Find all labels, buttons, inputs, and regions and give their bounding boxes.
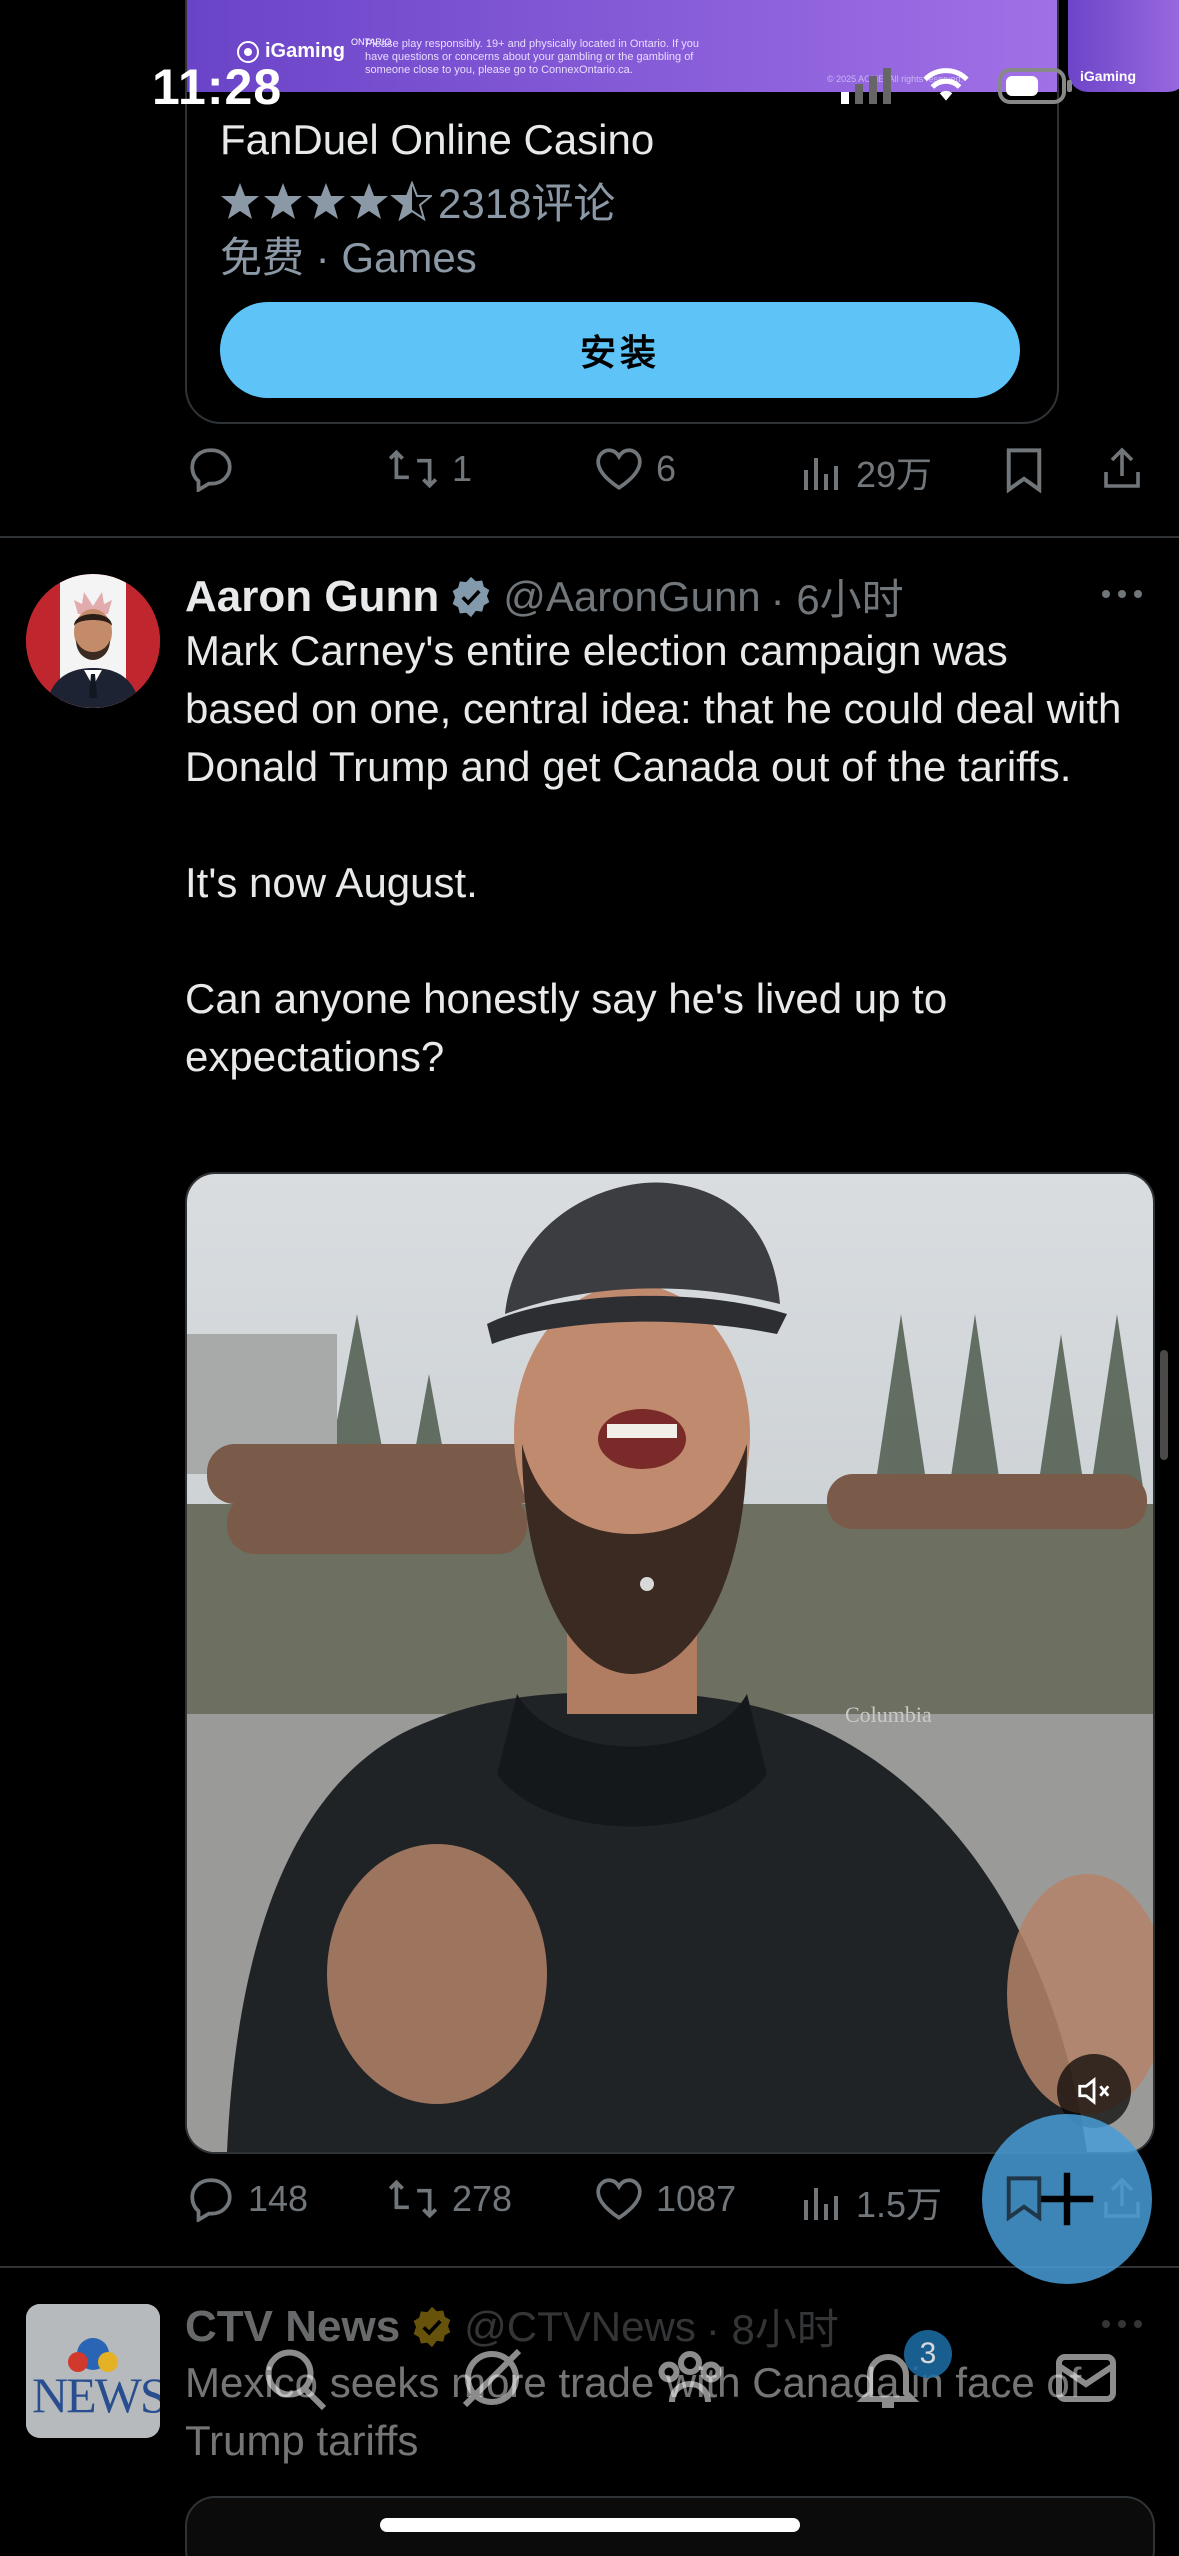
like-count: 1087 — [656, 2178, 737, 2219]
home-indicator[interactable] — [380, 2518, 800, 2532]
tweet-author-name[interactable]: Aaron Gunn — [185, 572, 439, 622]
ad-subtitle: 免费 · Games — [220, 234, 477, 281]
more-dots-icon — [1102, 590, 1142, 598]
share-icon — [1104, 447, 1140, 488]
star-rating-icon — [220, 180, 432, 221]
communities-icon — [658, 2351, 722, 2403]
heart-icon — [596, 2178, 642, 2220]
tweet-author-avatar[interactable] — [26, 574, 160, 708]
tweet-author-handle[interactable]: @AaronGunn — [503, 573, 760, 621]
notifications-badge: 3 — [904, 2330, 952, 2378]
ad-rating-count: 2318评论 — [438, 180, 616, 227]
bookmark-icon — [1006, 2176, 1042, 2222]
ad-like-count: 6 — [656, 448, 677, 489]
tweet-header: Aaron Gunn @AaronGunn · 6小时 — [185, 566, 904, 627]
nav-search[interactable] — [258, 2342, 330, 2414]
avatar-portrait-icon — [26, 574, 160, 708]
video-frame — [187, 1174, 1153, 2152]
views-icon — [804, 2188, 838, 2220]
bookmark-button[interactable] — [1004, 2174, 1044, 2227]
ad-carousel-next-card[interactable]: iGaming — [1068, 0, 1179, 92]
reply-button[interactable]: 148 — [186, 2176, 308, 2222]
ad-views-count: 29万 — [856, 454, 933, 495]
ad-share-button[interactable] — [1100, 444, 1144, 492]
status-icons — [839, 66, 1075, 106]
views-button[interactable]: 1.5万 — [800, 2176, 942, 2228]
tweet-text: Mark Carney's entire election campaign w… — [185, 627, 1122, 1080]
search-icon — [265, 2349, 327, 2411]
ad-app-title: FanDuel Online Casino — [220, 116, 655, 163]
nav-grok[interactable] — [456, 2342, 528, 2414]
retweet-button[interactable]: 278 — [386, 2176, 512, 2222]
scrollbar-thumb[interactable] — [1160, 1350, 1168, 1460]
verified-badge-icon — [452, 576, 490, 617]
battery-icon — [998, 68, 1072, 104]
install-button[interactable]: 安装 — [220, 302, 1020, 398]
ctv-news-avatar[interactable]: NEWS — [26, 2304, 160, 2438]
gold-verified-badge-icon — [413, 2306, 451, 2347]
reply-count: 148 — [248, 2178, 309, 2219]
ad-retweet-button[interactable]: 1 — [386, 446, 472, 492]
muted-speaker-icon — [1078, 2076, 1110, 2106]
reply-icon — [190, 2178, 232, 2222]
retweet-count: 278 — [452, 2178, 513, 2219]
feed-divider — [0, 2266, 1179, 2268]
tweet-timestamp: · 6小时 — [770, 576, 904, 623]
ad-reply-button[interactable] — [186, 446, 236, 492]
ad-retweet-count: 1 — [452, 448, 473, 489]
ad-views-button[interactable]: 29万 — [800, 446, 932, 498]
views-count: 1.5万 — [856, 2184, 943, 2225]
tweet-video[interactable]: Columbia — [185, 1172, 1155, 2154]
grok-icon — [462, 2348, 522, 2408]
feed-divider — [0, 536, 1179, 538]
reply-icon — [190, 448, 232, 492]
next-card-brand: iGaming — [1080, 68, 1137, 84]
mail-icon — [1056, 2354, 1116, 2402]
more-dots-icon — [1102, 2320, 1142, 2328]
heart-icon — [596, 448, 642, 490]
cellular-signal-icon — [841, 68, 891, 104]
nav-communities[interactable] — [654, 2342, 726, 2414]
retweet-icon — [388, 449, 438, 489]
views-icon — [804, 458, 838, 490]
ad-rating: 2318评论 — [220, 170, 615, 231]
jacket-logo: Columbia — [845, 1702, 932, 1727]
wifi-icon — [923, 68, 969, 101]
ad-responsible-notice: Please play responsibly. 19+ and physica… — [365, 38, 699, 76]
tweet-more-button[interactable] — [1098, 570, 1146, 623]
ctv-avatar-text: NEWS — [32, 2367, 160, 2423]
bookmark-icon — [1006, 448, 1042, 494]
nav-messages[interactable] — [1050, 2342, 1122, 2414]
status-time: 11:28 — [152, 59, 283, 115]
ad-like-button[interactable]: 6 — [594, 446, 676, 492]
like-button[interactable]: 1087 — [594, 2176, 736, 2222]
retweet-icon — [388, 2179, 438, 2219]
ad-bookmark-button[interactable] — [1004, 446, 1044, 494]
